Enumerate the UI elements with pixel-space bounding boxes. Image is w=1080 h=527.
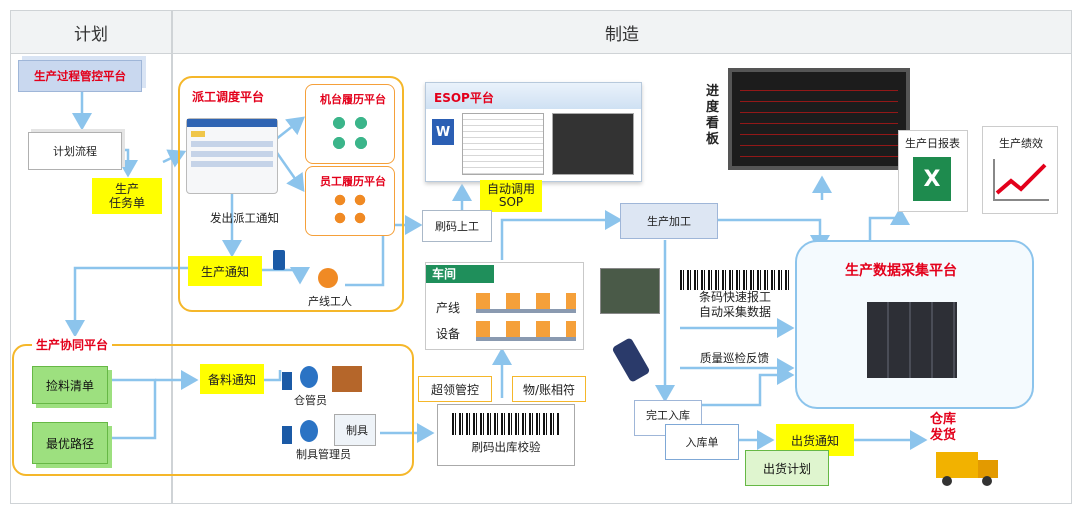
scan-out-barcode-icon xyxy=(452,413,560,435)
daily-report-label: 生产日报表 xyxy=(905,137,960,150)
optimal-route-label: 最优路径 xyxy=(45,436,94,451)
scan-out-label: 刷码出库校验 xyxy=(471,440,541,454)
esop-title: ESOP平台 xyxy=(434,91,494,105)
plan-flow-label: 计划流程 xyxy=(53,145,97,158)
over-control-label: 超领管控 xyxy=(430,382,479,397)
pick-list-label: 捡料清单 xyxy=(45,378,94,393)
progress-board-display xyxy=(728,68,910,170)
barcode-report-label: 条码快速报工 自动采集数据 xyxy=(698,290,771,319)
workshop-title: 车间 xyxy=(426,265,494,283)
board-label: 进 度 看 板 xyxy=(706,84,720,147)
quality-feedback-label: 质量巡检反馈 xyxy=(700,351,769,365)
prep-notice-label: 备料通知 xyxy=(207,372,256,387)
processing-label: 生产加工 xyxy=(647,215,691,228)
prep-notice[interactable]: 备料通知 xyxy=(200,364,264,394)
scan-on-box[interactable]: 刷码上工 xyxy=(422,210,492,242)
ship-plan-label: 出货计划 xyxy=(762,461,811,476)
staff-history-title: 员工履历平台 xyxy=(320,175,386,188)
tool-manager-label: 制具管理员 xyxy=(296,448,351,461)
tooling-label: 制具 xyxy=(346,424,368,437)
word-icon: W xyxy=(432,119,454,145)
pick-list[interactable]: 捡料清单 xyxy=(32,366,108,404)
data-collection-title: 生产数据采集平台 xyxy=(845,263,957,279)
sop-image-thumb xyxy=(552,113,634,175)
server-icon xyxy=(867,302,957,378)
scan-on-label: 刷码上工 xyxy=(435,220,479,233)
staff-icon xyxy=(330,191,370,227)
performance-label: 生产绩效 xyxy=(999,137,1043,150)
worker-icon xyxy=(318,268,338,288)
trend-chart-icon xyxy=(993,159,1049,201)
warehouse-staff-label: 仓管员 xyxy=(294,394,327,407)
machine-history-platform[interactable]: 机台履历平台 xyxy=(305,84,395,164)
material-match-callout: 物/账相符 xyxy=(512,376,586,402)
in-sheet-label: 入库单 xyxy=(685,436,719,449)
warehouse-staff-icon xyxy=(300,366,318,388)
esop-platform[interactable]: ESOP平台 W xyxy=(425,82,642,182)
optimal-route[interactable]: 最优路径 xyxy=(32,422,108,464)
machine-history-title: 机台履历平台 xyxy=(320,93,386,106)
tool-phone-icon xyxy=(282,426,292,444)
data-collection-platform[interactable]: 生产数据采集平台 xyxy=(795,240,1034,409)
ship-plan[interactable]: 出货计划 xyxy=(745,450,829,486)
workshop-line-label: 产线 xyxy=(436,301,461,315)
workshop-equip-label: 设备 xyxy=(436,327,461,341)
warehouse-icon xyxy=(332,366,362,392)
conveyor-equip-icon xyxy=(476,321,576,341)
over-control-callout: 超领管控 xyxy=(418,376,492,402)
process-control-platform-label: 生产过程管控平台 xyxy=(34,69,126,83)
barcode-icon xyxy=(680,270,790,290)
collab-title: 生产协同平台 xyxy=(32,336,113,353)
production-notice-label: 生产通知 xyxy=(200,264,249,279)
truck-icon xyxy=(936,446,1006,486)
phone-icon xyxy=(273,250,285,270)
tool-staff-icon xyxy=(300,420,318,442)
conveyor-line-icon xyxy=(476,293,576,313)
processing-box[interactable]: 生产加工 xyxy=(620,203,718,239)
sop-doc-thumb xyxy=(462,113,544,175)
worker-caption: 产线工人 xyxy=(308,295,352,308)
process-control-platform[interactable]: 生产过程管控平台 xyxy=(18,60,142,92)
material-match-label: 物/账相符 xyxy=(522,382,576,397)
in-sheet-box[interactable]: 入库单 xyxy=(665,424,739,460)
dispatch-notice-caption: 发出派工通知 xyxy=(210,211,279,225)
task-sheet-label: 生产 任务单 xyxy=(108,182,145,210)
scan-out-box[interactable]: 刷码出库校验 xyxy=(437,404,575,466)
plan-flow-box[interactable]: 计划流程 xyxy=(28,132,122,170)
task-sheet[interactable]: 生产 任务单 xyxy=(92,178,162,214)
ship-title: 仓库 发货 xyxy=(930,412,957,443)
ship-notice-label: 出货通知 xyxy=(790,433,839,448)
workshop-panel: 车间 产线 设备 xyxy=(425,262,584,350)
auto-sop-label: 自动调用 SOP xyxy=(486,182,535,209)
machine-icon xyxy=(328,113,372,153)
dispatch-screen-icon xyxy=(186,118,278,194)
auto-sop[interactable]: 自动调用 SOP xyxy=(480,180,542,212)
daily-report-card[interactable]: 生产日报表 X xyxy=(898,130,968,212)
excel-icon: X xyxy=(913,157,951,201)
performance-card[interactable]: 生产绩效 xyxy=(982,126,1058,214)
terminal-photo xyxy=(600,268,660,314)
dispatch-title: 派工调度平台 xyxy=(192,90,265,104)
warehouse-phone-icon xyxy=(282,372,292,390)
staff-history-platform[interactable]: 员工履历平台 xyxy=(305,166,395,236)
production-notice[interactable]: 生产通知 xyxy=(188,256,262,286)
barcode-report-box: 条码快速报工 自动采集数据 xyxy=(680,270,790,326)
